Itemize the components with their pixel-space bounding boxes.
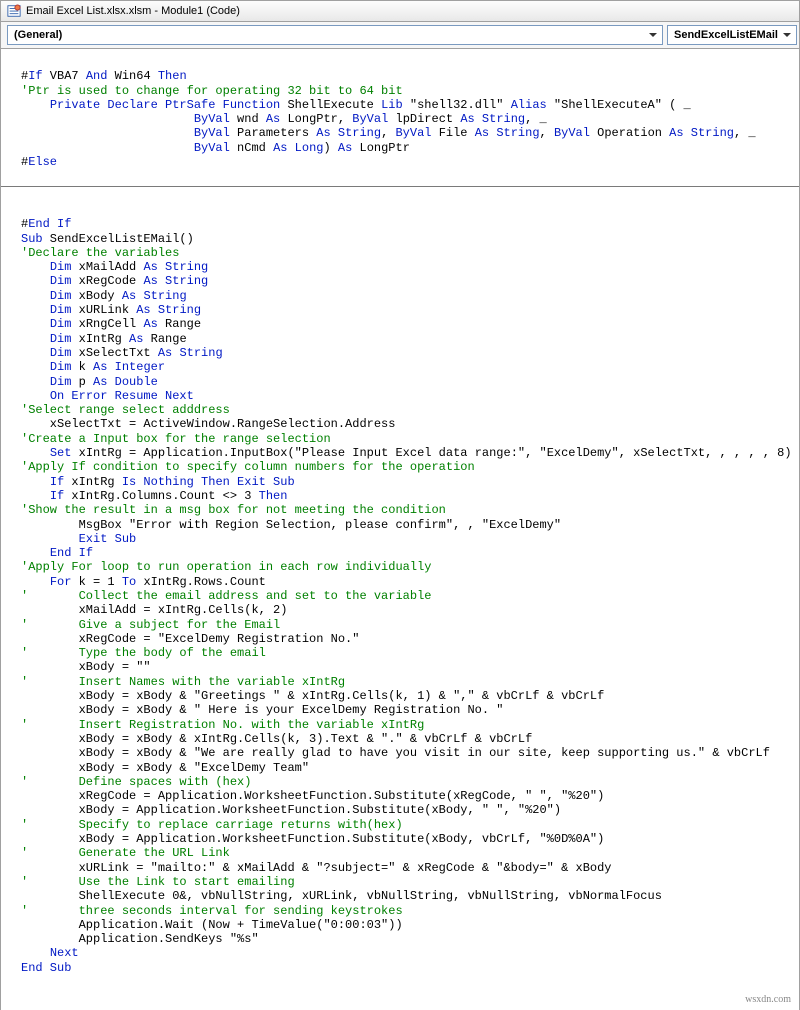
declarations-divider	[1, 186, 799, 187]
watermark: wsxdn.com	[745, 993, 791, 1007]
window-titlebar[interactable]: Email Excel List.xlsx.xlsm - Module1 (Co…	[0, 0, 800, 22]
object-proc-bar: (General) SendExcelListEMail	[0, 22, 800, 48]
code-editor[interactable]: #If VBA7 And Win64 Then 'Ptr is used to …	[0, 48, 800, 1010]
window-title: Email Excel List.xlsx.xlsm - Module1 (Co…	[26, 5, 240, 17]
app-icon	[7, 4, 21, 18]
object-dropdown-value: (General)	[14, 29, 62, 41]
object-dropdown[interactable]: (General)	[7, 25, 663, 45]
procedure-dropdown-value: SendExcelListEMail	[674, 29, 778, 41]
procedure-dropdown[interactable]: SendExcelListEMail	[667, 25, 797, 45]
